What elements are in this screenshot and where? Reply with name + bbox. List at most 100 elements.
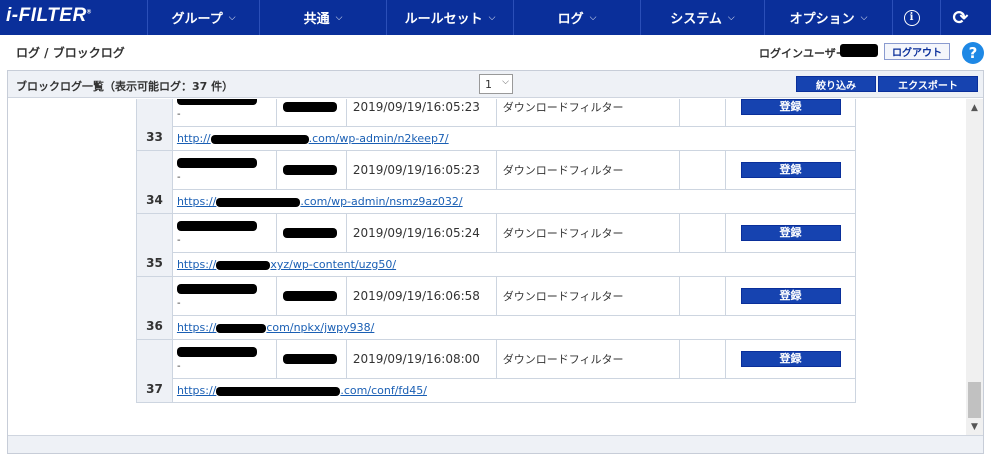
scroll-down-icon[interactable]: ▼ xyxy=(966,418,983,435)
menu-group[interactable]: グループ ⌵ xyxy=(147,0,259,35)
log-url-row: https:// xyz/wp-content/uzg50/ xyxy=(137,252,857,277)
scroll-thumb[interactable] xyxy=(968,382,981,418)
chevron-down-icon: ⌵ xyxy=(228,12,236,23)
row-number: 35 xyxy=(136,213,173,277)
vertical-scrollbar[interactable]: ▲ ▼ xyxy=(966,99,983,435)
chevron-down-icon: ⌵ xyxy=(727,12,735,23)
host-redacted xyxy=(282,228,337,238)
register-cell: 登録 xyxy=(725,150,856,190)
empty-cell xyxy=(679,150,727,190)
datetime-cell: 2019/09/19/16:05:23 xyxy=(345,150,497,190)
empty-cell xyxy=(679,339,727,379)
menu-option-label: オプション xyxy=(789,12,855,27)
host-cell xyxy=(275,276,347,316)
menu-ruleset-label: ルールセット xyxy=(404,12,483,27)
url-path: com/npkx/jwpy938/ xyxy=(266,321,375,334)
user-cell: - xyxy=(171,213,277,253)
menu-common[interactable]: 共通 ⌵ xyxy=(259,0,386,35)
empty-cell xyxy=(679,213,727,253)
filter-cell: ダウンロードフィルター xyxy=(495,150,681,190)
breadcrumb: ログ / ブロックログ xyxy=(16,46,125,60)
log-url-row: https:// com/npkx/jwpy938/ xyxy=(137,315,857,340)
log-scroll-area[interactable]: 33-2019/09/19/16:05:23 ダウンロードフィルター 登録 http:… xyxy=(8,99,983,435)
i-filter-logo[interactable]: i-FILTER® xyxy=(6,5,92,27)
blocked-url-link[interactable]: https:// xyz/wp-content/uzg50/ xyxy=(177,258,396,271)
log-url-row: http:// .com/wp-admin/n2keep7/ xyxy=(137,126,857,151)
url-prefix: https:// xyxy=(176,195,217,208)
user-cell: - xyxy=(171,150,277,190)
url-cell: http:// .com/wp-admin/n2keep7/ xyxy=(171,126,857,151)
chevron-down-icon: ⌵ xyxy=(860,12,868,23)
menu-ruleset[interactable]: ルールセット ⌵ xyxy=(386,0,513,35)
register-button[interactable]: 登録 xyxy=(740,99,841,115)
user-sub-text: - xyxy=(176,360,181,372)
logout-button[interactable]: ログアウト xyxy=(884,43,950,60)
register-cell: 登録 xyxy=(725,213,856,253)
chevron-down-icon: ⌵ xyxy=(502,77,509,87)
scroll-up-icon[interactable]: ▲ xyxy=(966,99,983,116)
url-cell: https:// xyz/wp-content/uzg50/ xyxy=(171,252,857,277)
refresh-button[interactable]: ⟳ xyxy=(940,0,980,35)
empty-cell xyxy=(679,99,727,127)
log-url-row: https:// .com/conf/fd45/ xyxy=(137,378,857,403)
datetime-cell: 2019/09/19/16:05:23 xyxy=(345,99,497,127)
blocked-url-link[interactable]: https:// .com/wp-admin/nsmz9az032/ xyxy=(177,195,463,208)
host-cell xyxy=(275,213,347,253)
log-row: 37- 2019/09/19/16:08:00 ダウンロードフィルター 登録 xyxy=(136,339,856,403)
info-icon: i xyxy=(903,9,920,26)
filter-cell: ダウンロードフィルター xyxy=(495,99,681,127)
menu-option[interactable]: オプション ⌵ xyxy=(764,0,892,35)
logo-text: i-FILTER xyxy=(6,5,87,26)
block-log-panel: ブロックログ一覧（表示可能ログ：37 件） 1 ⌵ 絞り込み エクスポート 33… xyxy=(7,70,984,454)
help-icon[interactable]: ? xyxy=(962,42,984,64)
url-path: .com/wp-admin/n2keep7/ xyxy=(308,132,449,145)
register-button[interactable]: 登録 xyxy=(740,225,841,241)
register-cell: 登録 xyxy=(725,339,856,379)
blocked-url-link[interactable]: http:// .com/wp-admin/n2keep7/ xyxy=(177,132,449,145)
datetime-cell: 2019/09/19/16:05:24 xyxy=(345,213,497,253)
filter-button[interactable]: 絞り込み xyxy=(796,76,876,92)
url-prefix: http:// xyxy=(176,132,211,145)
register-button[interactable]: 登録 xyxy=(740,288,841,304)
log-row: 35- 2019/09/19/16:05:24 ダウンロードフィルター 登録 xyxy=(136,213,856,277)
menu-system[interactable]: システム ⌵ xyxy=(640,0,764,35)
menu-group-label: グループ xyxy=(171,12,223,27)
row-number: 34 xyxy=(136,150,173,214)
host-redacted xyxy=(282,354,337,364)
info-button[interactable]: i xyxy=(892,0,930,35)
host-redacted xyxy=(282,102,337,112)
url-host-redacted xyxy=(216,386,341,396)
user-sub-text: - xyxy=(176,171,181,183)
log-row: 34- 2019/09/19/16:05:23 ダウンロードフィルター 登録 xyxy=(136,150,856,214)
log-row: 36- 2019/09/19/16:06:58 ダウンロードフィルター 登録 xyxy=(136,276,856,340)
user-redacted xyxy=(176,157,257,168)
login-user-name-redacted xyxy=(840,44,878,57)
datetime-cell: 2019/09/19/16:06:58 xyxy=(345,276,497,316)
user-redacted xyxy=(176,99,257,105)
logo-registered-mark: ® xyxy=(86,9,92,16)
row-number: 37 xyxy=(136,339,173,403)
user-cell: - xyxy=(171,99,277,127)
register-cell: 登録 xyxy=(725,99,856,127)
register-button[interactable]: 登録 xyxy=(740,351,841,367)
log-row: 33- 2019/09/19/16:05:23 ダウンロードフィルター 登録 xyxy=(136,99,856,151)
url-path: xyz/wp-content/uzg50/ xyxy=(270,258,397,271)
url-prefix: https:// xyxy=(176,258,217,271)
host-cell xyxy=(275,339,347,379)
user-cell: - xyxy=(171,276,277,316)
export-button[interactable]: エクスポート xyxy=(878,76,978,92)
menu-common-label: 共通 xyxy=(303,12,330,27)
user-redacted xyxy=(176,220,257,231)
host-redacted xyxy=(282,291,337,301)
blocked-url-link[interactable]: https:// com/npkx/jwpy938/ xyxy=(177,321,374,334)
blocked-url-link[interactable]: https:// .com/conf/fd45/ xyxy=(177,384,427,397)
host-cell xyxy=(275,99,347,127)
menu-log[interactable]: ログ ⌵ xyxy=(513,0,640,35)
url-path: .com/wp-admin/nsmz9az032/ xyxy=(300,195,463,208)
user-sub-text: - xyxy=(176,234,181,246)
page-select[interactable]: 1 ⌵ xyxy=(479,74,513,94)
empty-cell xyxy=(679,276,727,316)
log-url-row: https:// .com/wp-admin/nsmz9az032/ xyxy=(137,189,857,214)
register-button[interactable]: 登録 xyxy=(740,162,841,178)
refresh-icon: ⟳ xyxy=(952,6,969,29)
